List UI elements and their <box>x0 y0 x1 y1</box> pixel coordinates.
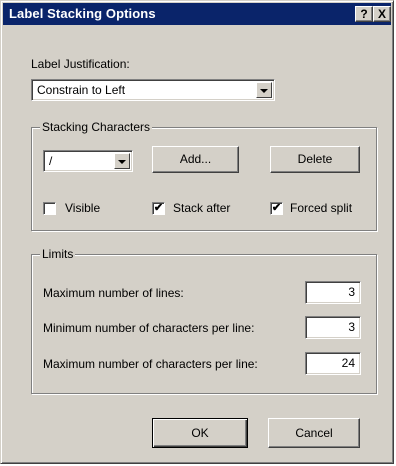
stacking-group-title: Stacking Characters <box>40 120 153 134</box>
max-chars-field[interactable]: 24 <box>305 352 361 375</box>
min-chars-field[interactable]: 3 <box>305 316 361 339</box>
forced-split-checkbox[interactable]: ✔ <box>270 202 283 215</box>
ok-button[interactable]: OK <box>152 418 248 448</box>
delete-button[interactable]: Delete <box>270 146 360 173</box>
stack-after-checkbox[interactable]: ✔ <box>152 202 165 215</box>
close-button[interactable]: X <box>373 6 391 22</box>
help-button[interactable]: ? <box>355 6 373 22</box>
justification-value: Constrain to Left <box>37 83 126 97</box>
chevron-down-icon <box>118 160 126 164</box>
stack-after-label: Stack after <box>173 201 231 215</box>
justification-select[interactable]: Constrain to Left <box>31 79 275 101</box>
stacking-char-value: / <box>49 154 53 168</box>
cancel-button[interactable]: Cancel <box>268 418 360 448</box>
max-lines-value: 3 <box>348 285 355 299</box>
max-chars-value: 24 <box>341 356 355 370</box>
justification-dropdown-button[interactable] <box>256 82 272 98</box>
limits-group-title: Limits <box>40 247 76 261</box>
max-chars-label: Maximum number of characters per line: <box>43 357 258 371</box>
max-lines-label: Maximum number of lines: <box>43 286 184 300</box>
min-chars-label: Minimum number of characters per line: <box>43 321 255 335</box>
visible-label: Visible <box>65 201 101 215</box>
max-lines-field[interactable]: 3 <box>305 281 361 304</box>
window-title: Label Stacking Options <box>9 6 156 21</box>
add-button[interactable]: Add... <box>152 146 239 173</box>
stacking-char-select[interactable]: / <box>43 150 133 172</box>
stacking-characters-group: Stacking Characters <box>31 120 377 231</box>
dialog-window: Label Stacking Options ? X Label Justifi… <box>0 0 394 464</box>
visible-checkbox[interactable] <box>43 202 56 215</box>
forced-split-label: Forced split <box>290 201 353 215</box>
chevron-down-icon <box>260 89 268 93</box>
min-chars-value: 3 <box>348 320 355 334</box>
stacking-char-dropdown-button[interactable] <box>114 153 130 169</box>
justification-label: Label Justification: <box>31 57 130 71</box>
title-bar[interactable]: Label Stacking Options ? X <box>3 3 391 25</box>
